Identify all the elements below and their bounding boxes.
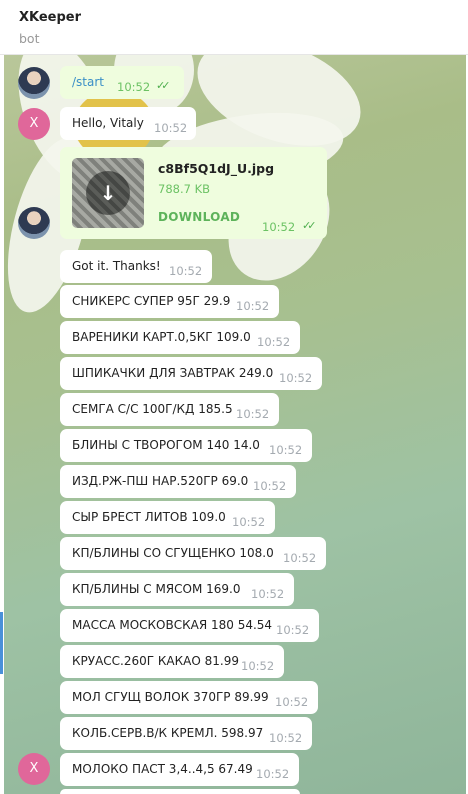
message-time: 10:52 [256,767,290,781]
file-message[interactable]: ↓ c8Bf5Q1dJ_U.jpg 788.7 KB DOWNLOAD 10:5… [60,147,327,239]
message-text: КП/БЛИНЫ СО СГУЩЕНКО 108.0 [72,546,274,560]
message-time: 10:52 [241,659,275,673]
message-time: 10:52 [275,695,309,709]
message-bubble[interactable]: КП/БЛИНЫ С МЯСОМ 169.0 10:52 [60,573,294,606]
message-text: КОЛБ.СЕРВ.В/К КРЕМЛ. 598.97 [72,726,264,740]
message-bubble[interactable]: БЛИНЫ С ТВОРОГОМ 140 14.0 10:52 [60,429,312,462]
message-time: 10:52 [251,587,285,601]
message-time: 10:52 [269,731,303,745]
bot-avatar[interactable]: X [18,753,50,785]
chat-header: XKeeper bot [0,0,468,55]
double-check-icon: ✓✓ [156,79,171,92]
message-text: Got it. Thanks! [72,259,161,273]
chat-status: bot [19,31,40,46]
message-time: 10:52 [257,335,291,349]
message-text: ИЗД.РЖ-ПШ НАР.520ГР 69.0 [72,474,249,488]
message-text: ВАРЕНИКИ КАРТ.0,5КГ 109.0 [72,330,251,344]
sidebar-edge [0,612,3,674]
message-time: 10:52 [154,121,188,135]
message-time: 10:52 [236,299,270,313]
download-link[interactable]: DOWNLOAD [158,210,240,224]
message-bubble[interactable]: Got it. Thanks! 10:52 [60,250,212,283]
message-bubble[interactable]: СНИКЕРС СУПЕР 95Г 29.9 10:52 [60,285,279,318]
message-bubble[interactable]: /start 10:52 ✓✓ [60,66,184,99]
message-text: КП/БЛИНЫ С МЯСОМ 169.0 [72,582,241,596]
message-bubble[interactable]: КРУАСС.260Г КАКАО 81.99 10:52 [60,645,284,678]
bot-avatar[interactable]: X [18,108,50,140]
message-bubble[interactable]: ВАРЕНИКИ КАРТ.0,5КГ 109.0 10:52 [60,321,300,354]
message-bubble[interactable]: ШПИКАЧКИ ДЛЯ ЗАВТРАК 249.0 10:52 [60,357,322,390]
message-time: 10:52 [269,443,303,457]
message-time: 10:52 [283,551,317,565]
message-time: 10:52 [262,220,296,234]
message-time: 10:52 [232,515,266,529]
message-bubble[interactable]: МОЛ СГУЩ ВОЛОК 370ГР 89.99 10:52 [60,681,318,714]
message-bubble[interactable]: СЫР БРЕСТ ЛИТОВ 109.0 10:52 [60,501,275,534]
message-bubble[interactable] [60,789,300,794]
message-text: БЛИНЫ С ТВОРОГОМ 140 14.0 [72,438,260,452]
double-check-icon: ✓✓ [302,219,317,232]
message-text: СЫР БРЕСТ ЛИТОВ 109.0 [72,510,226,524]
message-bubble[interactable]: КОЛБ.СЕРВ.В/К КРЕМЛ. 598.97 10:52 [60,717,312,750]
message-time: 10:52 [169,264,203,278]
message-time: 10:52 [117,80,151,94]
message-text: МАССА МОСКОВСКАЯ 180 54.54 [72,618,273,632]
user-avatar[interactable] [18,67,50,99]
message-text: ШПИКАЧКИ ДЛЯ ЗАВТРАК 249.0 [72,366,274,380]
message-text: МОЛ СГУЩ ВОЛОК 370ГР 89.99 [72,690,269,704]
message-text: СЕМГА С/С 100Г/КД 185.5 [72,402,233,416]
message-time: 10:52 [276,623,310,637]
message-list[interactable]: /start 10:52 ✓✓ X Hello, Vitaly 10:52 ↓ … [4,55,466,794]
message-text: Hello, Vitaly [72,116,144,130]
message-bubble[interactable]: ИЗД.РЖ-ПШ НАР.520ГР 69.0 10:52 [60,465,296,498]
message-time: 10:52 [279,371,313,385]
file-name: c8Bf5Q1dJ_U.jpg [158,161,275,176]
message-text[interactable]: /start [72,75,104,89]
message-bubble[interactable]: СЕМГА С/С 100Г/КД 185.5 10:52 [60,393,279,426]
message-bubble[interactable]: КП/БЛИНЫ СО СГУЩЕНКО 108.0 10:52 [60,537,326,570]
user-avatar[interactable] [18,207,50,239]
message-text: МОЛОКО ПАСТ 3,4..4,5 67.49 [72,762,253,776]
image-thumbnail[interactable]: ↓ [72,158,144,228]
message-time: 10:52 [236,407,270,421]
file-size: 788.7 KB [158,182,211,196]
message-bubble[interactable]: МАССА МОСКОВСКАЯ 180 54.54 10:52 [60,609,319,642]
message-bubble[interactable]: МОЛОКО ПАСТ 3,4..4,5 67.49 10:52 [60,753,299,786]
message-time: 10:52 [253,479,287,493]
download-arrow-icon[interactable]: ↓ [86,171,130,215]
message-text: СНИКЕРС СУПЕР 95Г 29.9 [72,294,231,308]
message-bubble[interactable]: Hello, Vitaly 10:52 [60,107,196,140]
message-text: КРУАСС.260Г КАКАО 81.99 [72,654,239,668]
chat-title[interactable]: XKeeper [19,10,81,25]
